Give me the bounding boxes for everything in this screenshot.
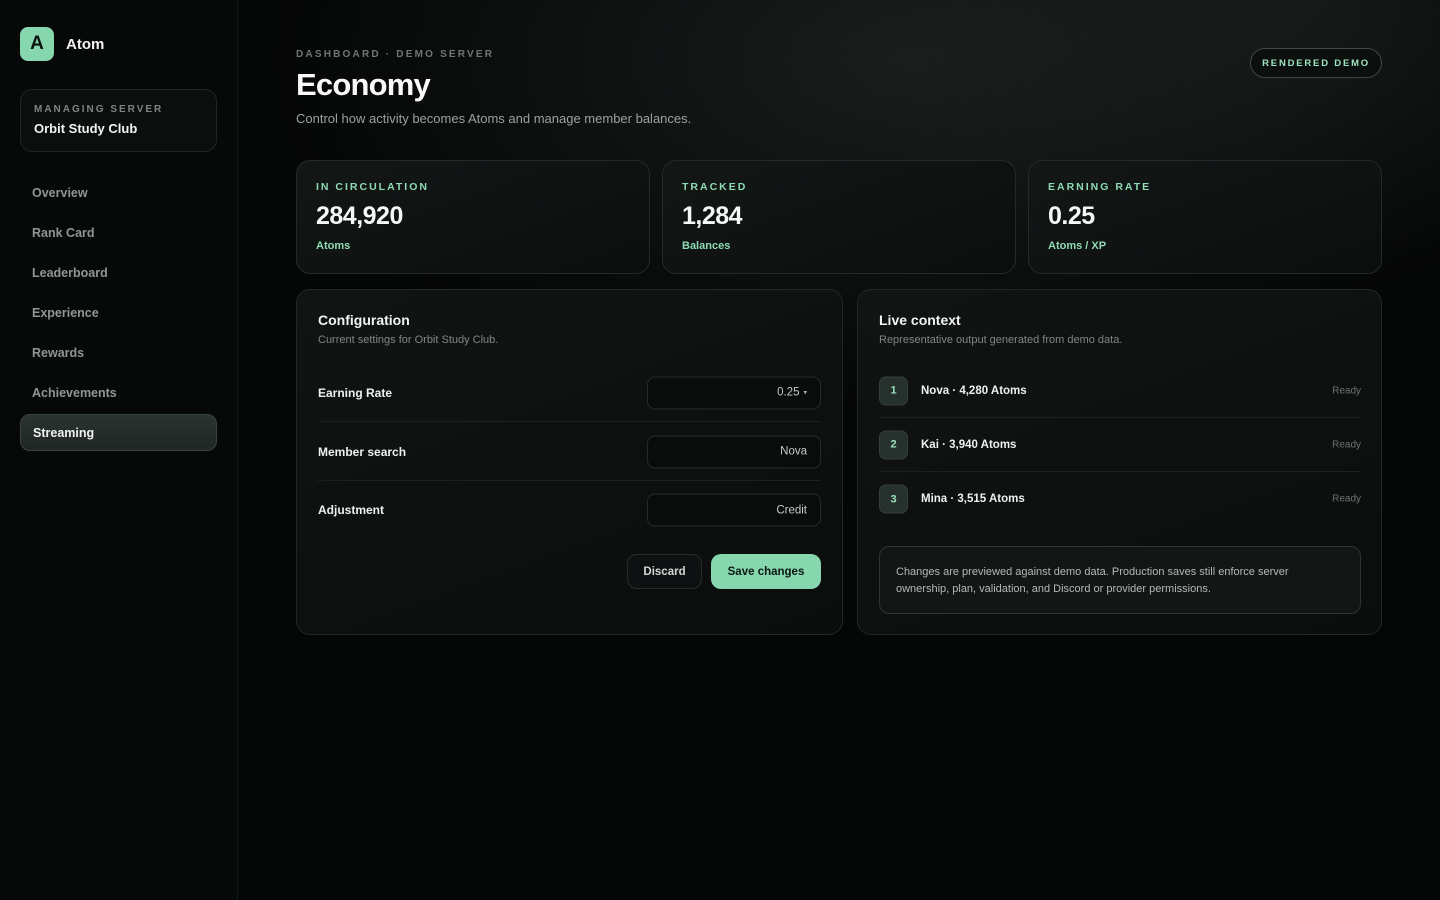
sidebar: A Atom MANAGING SERVER Orbit Study Club …: [0, 0, 238, 900]
breadcrumb: DASHBOARD · DEMO SERVER: [296, 49, 495, 60]
stat-value: 0.25: [1048, 202, 1095, 230]
info-note: Changes are previewed against demo data.…: [879, 546, 1361, 614]
config-label: Earning Rate: [318, 385, 393, 400]
config-row-earning-rate: Earning Rate 0.25 ▾: [318, 364, 821, 422]
sidebar-item-overview[interactable]: Overview: [20, 174, 217, 211]
panel-title: Live context: [879, 312, 961, 328]
stat-value: 284,920: [316, 202, 403, 230]
status-text: Ready: [1332, 385, 1361, 396]
brand[interactable]: A Atom: [20, 27, 104, 61]
brand-logo: A: [20, 27, 54, 61]
panel-subtitle: Representative output generated from dem…: [879, 334, 1123, 346]
member-balance: Mina · 3,515 Atoms: [921, 493, 1025, 505]
stat-card-earning-rate: EARNING RATE 0.25 Atoms / XP: [1028, 160, 1382, 274]
stat-label: IN CIRCULATION: [316, 181, 429, 193]
configuration-panel: Configuration Current settings for Orbit…: [296, 289, 843, 635]
rank-badge: 3: [879, 484, 908, 514]
list-item: 2 Kai · 3,940 Atoms Ready: [879, 418, 1361, 472]
config-label: Adjustment: [318, 503, 384, 517]
chevron-down-icon: ▾: [803, 389, 807, 397]
stat-value: 1,284: [682, 202, 743, 230]
status-text: Ready: [1332, 439, 1361, 450]
stat-unit: Balances: [682, 240, 731, 252]
stat-card-tracked: TRACKED 1,284 Balances: [662, 160, 1016, 274]
select-value: 0.25: [777, 386, 800, 399]
panel-subtitle: Current settings for Orbit Study Club.: [318, 334, 499, 346]
main-content: DASHBOARD · DEMO SERVER Economy Control …: [296, 0, 1382, 900]
server-kicker: MANAGING SERVER: [34, 104, 164, 115]
member-search-input[interactable]: Nova: [647, 435, 821, 468]
stat-unit: Atoms: [316, 240, 351, 252]
input-value: Nova: [780, 445, 807, 458]
list-item: 3 Mina · 3,515 Atoms Ready: [879, 472, 1361, 526]
adjustment-field[interactable]: Credit: [647, 493, 821, 527]
discard-button[interactable]: Discard: [627, 554, 702, 589]
panel-title: Configuration: [318, 312, 410, 328]
sidebar-nav: Overview Rank Card Leaderboard Experienc…: [20, 174, 217, 454]
field-value: Credit: [776, 504, 807, 516]
config-label: Member search: [318, 444, 407, 459]
sidebar-item-streaming[interactable]: Streaming: [20, 414, 217, 451]
sidebar-item-experience[interactable]: Experience: [20, 294, 217, 331]
live-context-panel: Live context Representative output gener…: [857, 289, 1382, 635]
sidebar-item-leaderboard[interactable]: Leaderboard: [20, 254, 217, 291]
list-item: 1 Nova · 4,280 Atoms Ready: [879, 364, 1361, 418]
save-changes-button[interactable]: Save changes: [711, 554, 821, 589]
sidebar-item-achievements[interactable]: Achievements: [20, 374, 217, 411]
page-subtitle: Control how activity becomes Atoms and m…: [296, 111, 692, 126]
rank-badge: 2: [879, 430, 908, 459]
page-title: Economy: [296, 67, 431, 102]
status-text: Ready: [1332, 493, 1361, 505]
config-row-adjustment: Adjustment Credit: [318, 481, 821, 539]
member-balance: Kai · 3,940 Atoms: [921, 438, 1017, 451]
stat-label: TRACKED: [682, 181, 748, 193]
earning-rate-select[interactable]: 0.25 ▾: [647, 376, 821, 409]
server-name: Orbit Study Club: [34, 121, 138, 136]
rendered-demo-badge: RENDERED DEMO: [1250, 48, 1382, 78]
member-balance: Nova · 4,280 Atoms: [921, 384, 1027, 397]
rank-badge: 1: [879, 376, 908, 405]
stat-unit: Atoms / XP: [1048, 240, 1107, 252]
brand-name: Atom: [66, 35, 105, 53]
stat-label: EARNING RATE: [1048, 181, 1152, 193]
config-row-member-search: Member search Nova: [318, 423, 821, 481]
sidebar-item-rank-card[interactable]: Rank Card: [20, 214, 217, 251]
stat-card-circulation: IN CIRCULATION 284,920 Atoms: [296, 160, 650, 274]
server-selector[interactable]: MANAGING SERVER Orbit Study Club: [20, 89, 217, 152]
sidebar-item-rewards[interactable]: Rewards: [20, 334, 217, 371]
